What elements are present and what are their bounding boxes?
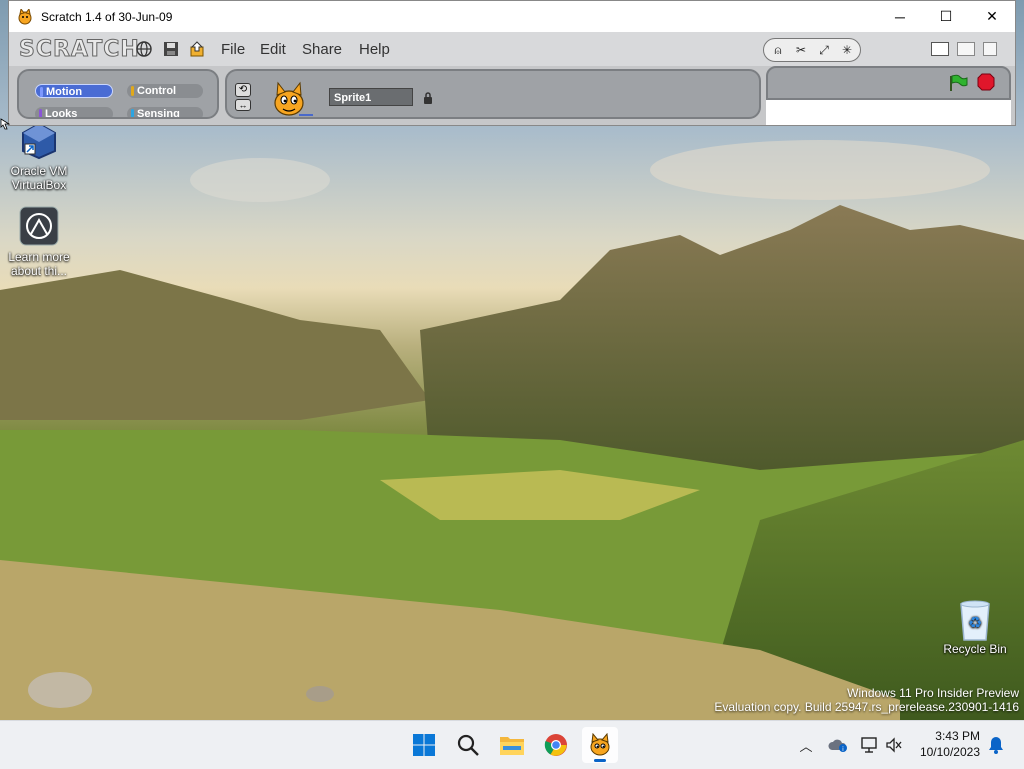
scratch-menubar: SCRATCH File Edit Share Help ⍝ ✂ ⤢ ✳ — [9, 32, 1015, 66]
network-icon[interactable] — [860, 735, 880, 755]
normal-stage-view-button[interactable] — [931, 42, 949, 56]
show-hidden-icons-chevron-icon[interactable]: ︿ — [796, 735, 816, 755]
clock-time: 3:43 PM — [935, 729, 980, 743]
taskbar: ︿ i 3:43 PM 10/10/2023 — [0, 720, 1024, 769]
category-looks[interactable]: Looks — [35, 107, 113, 119]
shrink-icon[interactable]: ✳ — [839, 42, 855, 58]
watermark-edition: Windows 11 Pro Insider Preview — [847, 686, 1019, 700]
presentation-mode-button[interactable] — [983, 42, 997, 56]
search-button[interactable] — [450, 727, 486, 763]
learn-more-icon — [19, 206, 59, 246]
cut-scissors-icon[interactable]: ✂ — [793, 42, 809, 58]
category-label: Motion — [46, 86, 83, 98]
scratch-logo: SCRATCH — [19, 37, 140, 63]
watermark-build: Evaluation copy. Build 25947.rs_prerelea… — [714, 700, 1019, 714]
taskbar-scratch[interactable] — [582, 727, 618, 763]
scratch-window: Scratch 1.4 of 30-Jun-09 ─ ☐ ✕ SCRATCH F… — [8, 0, 1016, 126]
stamp-icon[interactable]: ⍝ — [770, 42, 786, 58]
category-label: Control — [137, 85, 177, 97]
green-flag-icon[interactable] — [948, 74, 968, 92]
sprite-info-panel: ⟲ ↔ Sprite1 — [225, 69, 761, 119]
category-label: Looks — [45, 108, 78, 119]
globe-icon[interactable] — [136, 41, 152, 57]
mouse-cursor-icon — [0, 118, 10, 130]
small-stage-view-button[interactable] — [957, 42, 975, 56]
maximize-button[interactable]: ☐ — [923, 1, 969, 32]
title-bar[interactable]: Scratch 1.4 of 30-Jun-09 ─ ☐ ✕ — [9, 1, 1015, 32]
volume-muted-icon[interactable] — [884, 735, 904, 755]
category-color-swatch — [131, 86, 134, 96]
category-color-swatch — [131, 109, 134, 117]
window-title: Scratch 1.4 of 30-Jun-09 — [41, 9, 173, 24]
windows-watermark: Windows 11 Pro Insider Preview Evaluatio… — [714, 686, 1019, 714]
desktop-icon-learn-more[interactable]: Learn more about thi... — [1, 206, 77, 278]
system-clock[interactable]: 3:43 PM 10/10/2023 — [920, 728, 980, 760]
virtualbox-icon — [19, 120, 59, 160]
chrome-icon — [544, 734, 567, 756]
folder-icon — [500, 737, 524, 755]
clock-date: 10/10/2023 — [919, 745, 980, 759]
menu-edit[interactable]: Edit — [260, 41, 286, 58]
block-categories-panel: Motion Control Looks Sensing — [17, 69, 219, 119]
category-control[interactable]: Control — [127, 84, 203, 98]
category-motion[interactable]: Motion — [35, 84, 113, 98]
menu-help[interactable]: Help — [359, 41, 390, 58]
sprite-thumbnail — [274, 81, 313, 116]
recycle-bin-icon: ♻ — [955, 598, 995, 641]
grow-icon[interactable]: ⤢ — [816, 42, 832, 58]
desktop-icon-label: Recycle Bin — [943, 642, 1007, 656]
onedrive-cloud-icon[interactable]: i — [828, 735, 848, 755]
notification-bell-icon[interactable] — [986, 735, 1006, 755]
desktop-icon-label: Learn more — [8, 250, 70, 264]
menu-file[interactable]: File — [221, 41, 245, 58]
share-upload-icon[interactable] — [189, 41, 205, 57]
scratch-app: SCRATCH File Edit Share Help ⍝ ✂ ⤢ ✳ Mot… — [9, 32, 1015, 125]
lock-icon[interactable] — [423, 91, 433, 104]
windows-logo-icon — [413, 734, 435, 756]
desktop-icon-label: VirtualBox — [11, 178, 67, 192]
taskbar-chrome[interactable] — [538, 727, 574, 763]
desktop-icon-recycle-bin[interactable]: ♻ Recycle Bin — [937, 598, 1013, 656]
stage-canvas[interactable] — [766, 100, 1011, 125]
scratch-cat-icon — [18, 8, 32, 24]
stage-header — [766, 66, 1011, 100]
sprite-name-field[interactable]: Sprite1 — [329, 88, 413, 106]
minimize-button[interactable]: ─ — [877, 1, 923, 32]
stop-sign-icon[interactable] — [977, 73, 995, 91]
desktop-icon-label: Oracle VM — [10, 164, 68, 178]
start-button[interactable] — [406, 727, 442, 763]
category-color-swatch — [40, 87, 43, 97]
svg-text:♻: ♻ — [968, 613, 982, 632]
menu-share[interactable]: Share — [302, 41, 342, 58]
category-color-swatch — [39, 109, 42, 117]
sprite-tools-group: ⍝ ✂ ⤢ ✳ — [763, 38, 861, 62]
scratch-cat-icon — [590, 733, 610, 756]
flip-style-icon[interactable]: ↔ — [235, 99, 251, 111]
desktop-icon-label: about thi... — [10, 264, 68, 278]
save-icon[interactable] — [163, 41, 179, 57]
search-icon — [457, 734, 479, 756]
category-sensing[interactable]: Sensing — [127, 107, 203, 119]
rotate-style-icon[interactable]: ⟲ — [235, 83, 251, 97]
category-label: Sensing — [137, 108, 180, 119]
desktop-icon-virtualbox[interactable]: Oracle VM VirtualBox — [1, 120, 77, 192]
close-button[interactable]: ✕ — [969, 1, 1015, 32]
taskbar-file-explorer[interactable] — [494, 727, 530, 763]
